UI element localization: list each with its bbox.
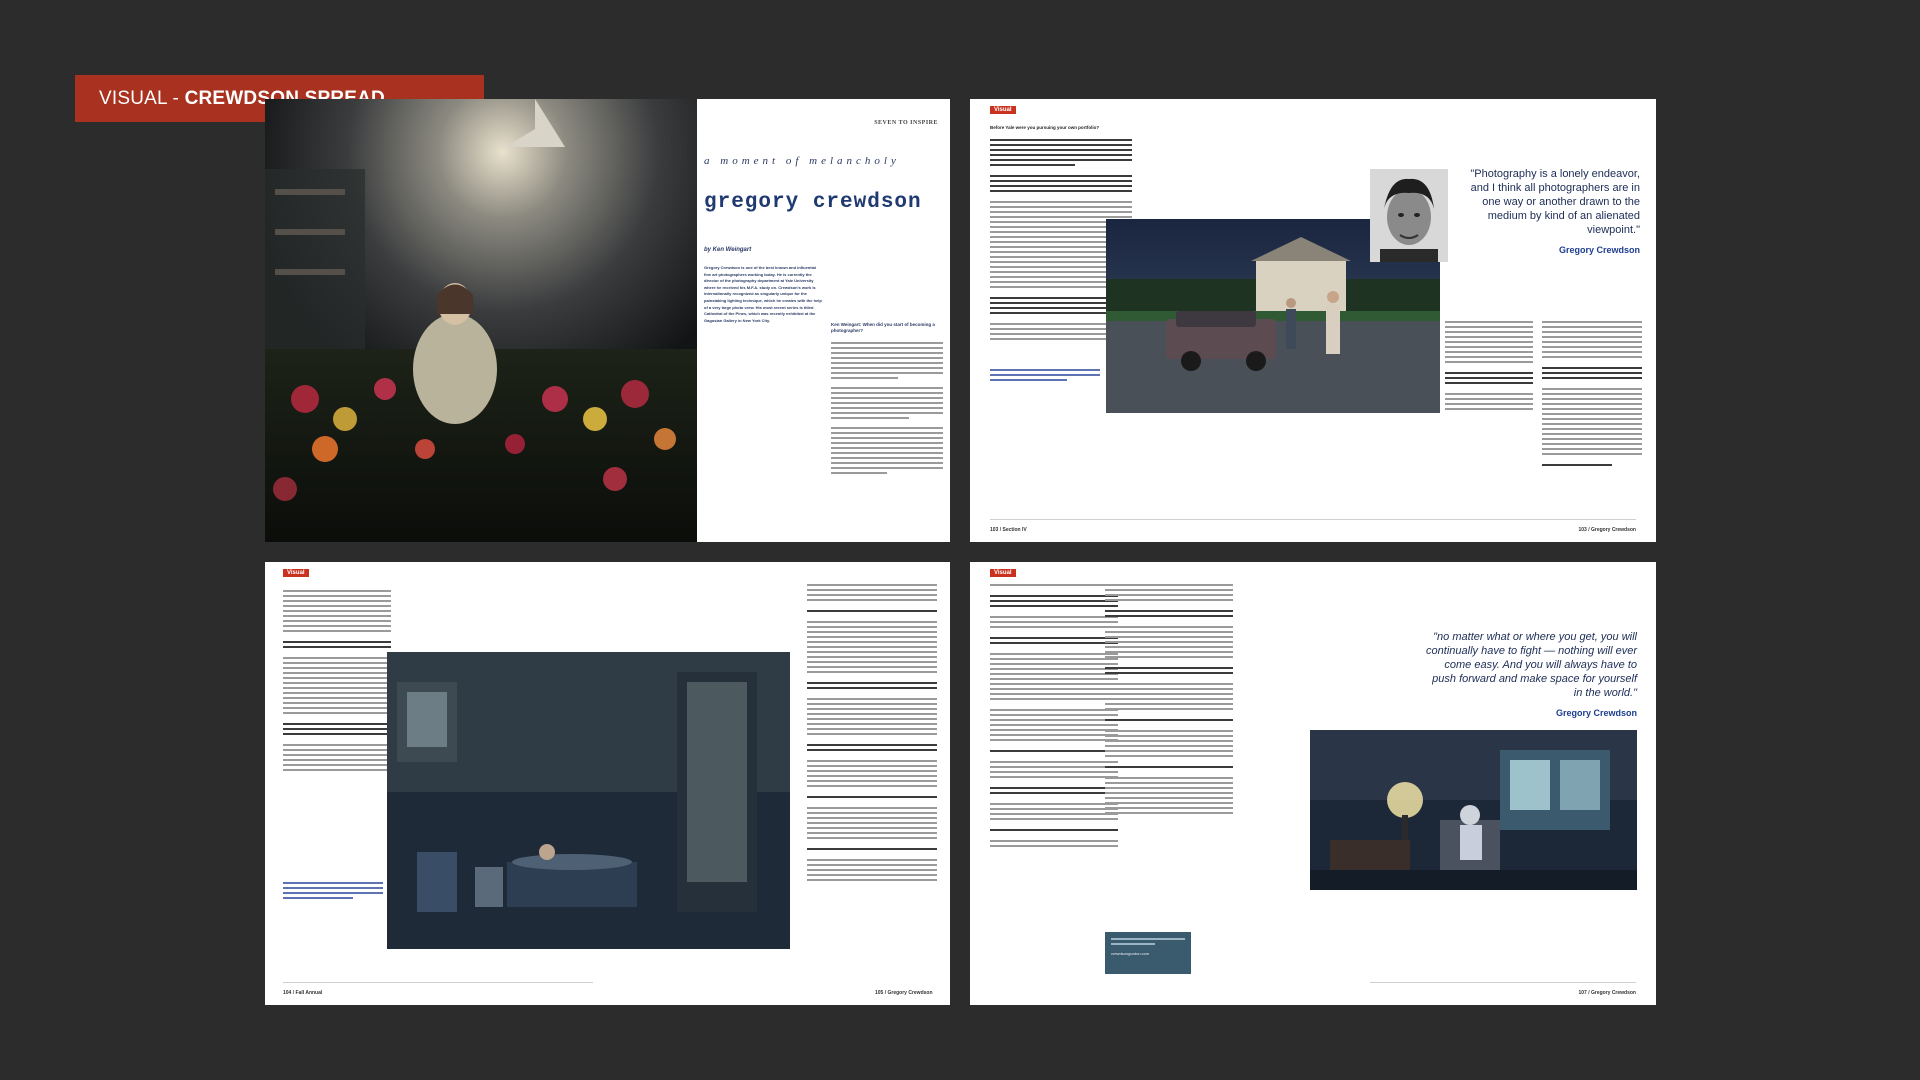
spread-4-body-col-2: [1105, 584, 1233, 814]
spread-3-footer-right: 105 / Gregory Crewdson: [875, 990, 933, 996]
spread-2-question: Before Yale were you pursuing your own p…: [990, 125, 1100, 130]
spread-4-footer-right: 107 / Gregory Crewdson: [1578, 990, 1636, 996]
spread-3-section-tag: Visual: [283, 569, 309, 577]
spread-3-footer-rule: [283, 982, 593, 983]
banner-prefix: VISUAL -: [99, 87, 185, 109]
spread-3-footer-left: 104 / Fall Annual: [283, 990, 323, 996]
spread-4-quote-text: "no matter what or where you get, you wi…: [1426, 631, 1637, 699]
spread-1-byline: by Ken Weingart: [704, 247, 752, 253]
spread-4-body-col-1: [990, 584, 1118, 847]
spread-4: Visual crewdsongordon.com "no matter wha…: [970, 562, 1656, 1005]
spread-4-quote-author: Gregory Crewdson: [1555, 708, 1637, 718]
spread-3-photo-bathroom: [387, 652, 790, 949]
spread-2-footer-rule: [990, 519, 1636, 520]
spread-1-kicker: SEVEN TO INSPIRE: [874, 120, 938, 126]
spread-2-section-tag: Visual: [990, 106, 1016, 114]
spread-4-info-box-line: [1111, 938, 1185, 940]
spread-3-body-col-1: [283, 590, 391, 771]
spread-3-caption: [283, 882, 383, 899]
spread-3-body-col-2: [807, 584, 937, 881]
spread-2-caption: [990, 369, 1100, 381]
spread-2-body-col-4: [1542, 321, 1642, 466]
spread-4-photo-living-room: [1310, 730, 1637, 890]
spread-2: Visual Before Yale were you pursuing you…: [970, 99, 1656, 542]
spread-3: Visual 104 / Fall Annual 105 / Gregory C…: [265, 562, 950, 1005]
spread-2-pull-quote: "Photography is a lonely endeavor, and I…: [1460, 167, 1640, 257]
spread-1-body-text: [831, 342, 943, 474]
spread-2-quote-text: "Photography is a lonely endeavor, and I…: [1470, 168, 1640, 236]
spread-2-footer-left: 103 / Section IV: [990, 527, 1027, 533]
spread-1-question: Ken Weingart: When did you start of beco…: [831, 322, 935, 333]
spread-4-section-tag: Visual: [990, 569, 1016, 577]
spread-4-footer-rule: [1370, 982, 1636, 983]
spread-2-quote-author: Gregory Crewdson: [1558, 245, 1640, 255]
spread-4-info-box-url: crewdsongordon.com: [1111, 951, 1150, 956]
spread-1-intro: Gregory Crewdson is one of the best know…: [704, 265, 822, 323]
spread-2-footer-right: 103 / Gregory Crewdson: [1578, 527, 1636, 533]
spread-4-pull-quote: "no matter what or where you get, you wi…: [1425, 630, 1637, 720]
spread-1-headline: gregory crewdson: [704, 191, 922, 214]
spread-1-photo-woman-garden: [265, 99, 697, 542]
spread-4-info-box: crewdsongordon.com: [1105, 932, 1191, 974]
spread-1-tagline: a moment of melancholy: [704, 155, 900, 167]
spread-1: SEVEN TO INSPIRE a moment of melancholy …: [265, 99, 950, 542]
spread-2-body-col-3: [1445, 321, 1533, 410]
spread-4-info-box-line: [1111, 943, 1156, 945]
spread-2-portrait-photo: [1370, 169, 1448, 262]
